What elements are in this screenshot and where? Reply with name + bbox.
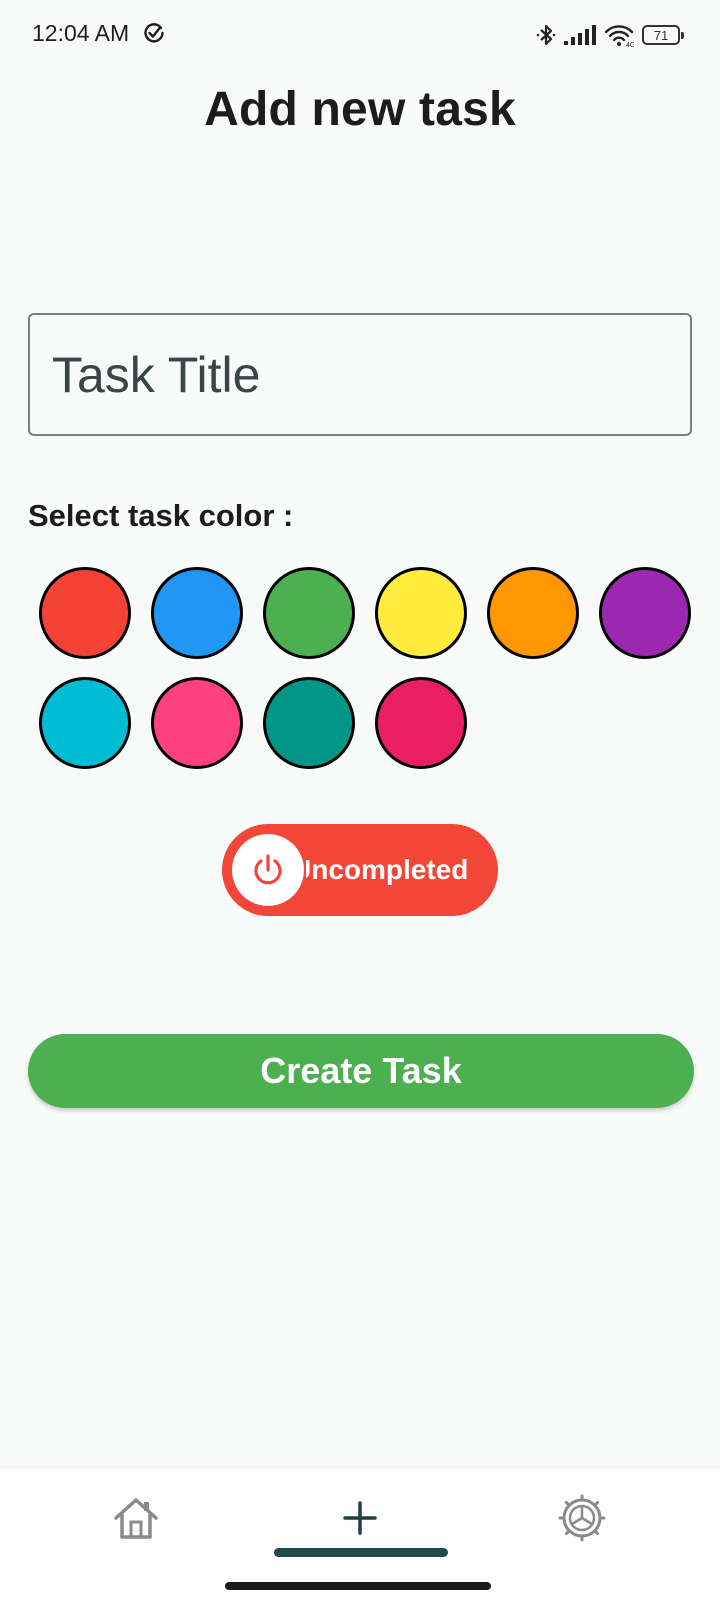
color-swatches <box>39 567 699 769</box>
plus-icon <box>340 1498 380 1543</box>
color-swatch-teal[interactable] <box>263 677 355 769</box>
color-swatch-cyan[interactable] <box>39 677 131 769</box>
color-swatch-yellow[interactable] <box>375 567 467 659</box>
battery-level: 71 <box>653 27 669 43</box>
nav-add[interactable] <box>330 1490 390 1550</box>
wifi-icon: 4G <box>604 23 634 47</box>
bottom-nav <box>0 1468 720 1600</box>
home-icon <box>112 1494 160 1547</box>
create-task-button[interactable]: Create Task <box>28 1034 694 1108</box>
active-tab-indicator <box>274 1548 448 1557</box>
toggle-label-clip: Uncompleted <box>306 824 492 916</box>
status-time: 12:04 AM <box>32 20 130 46</box>
status-icons: 4G 71 <box>536 22 684 48</box>
status-toggle[interactable]: Uncompleted <box>222 824 498 916</box>
color-swatch-magenta[interactable] <box>375 677 467 769</box>
color-label: Select task color : <box>28 498 294 533</box>
color-swatch-blue[interactable] <box>151 567 243 659</box>
power-icon <box>232 834 304 906</box>
status-toggle-label: Uncompleted <box>306 854 469 885</box>
battery-icon: 71 <box>642 25 684 45</box>
bluetooth-icon <box>536 23 556 47</box>
color-swatch-green[interactable] <box>263 567 355 659</box>
nav-home[interactable] <box>106 1490 166 1550</box>
task-title-input[interactable] <box>28 313 692 436</box>
check-circle-icon <box>143 22 165 44</box>
svg-text:4G: 4G <box>626 42 634 47</box>
status-bar: 12:04 AM 4G 71 <box>0 0 720 70</box>
color-swatch-pink[interactable] <box>151 677 243 769</box>
page-title: Add new task <box>204 83 516 136</box>
gesture-bar <box>225 1582 491 1590</box>
color-swatch-orange[interactable] <box>487 567 579 659</box>
nav-settings[interactable] <box>552 1490 612 1550</box>
signal-icon <box>564 25 596 45</box>
color-swatch-purple[interactable] <box>599 567 691 659</box>
settings-icon <box>558 1494 606 1547</box>
color-swatch-red[interactable] <box>39 567 131 659</box>
